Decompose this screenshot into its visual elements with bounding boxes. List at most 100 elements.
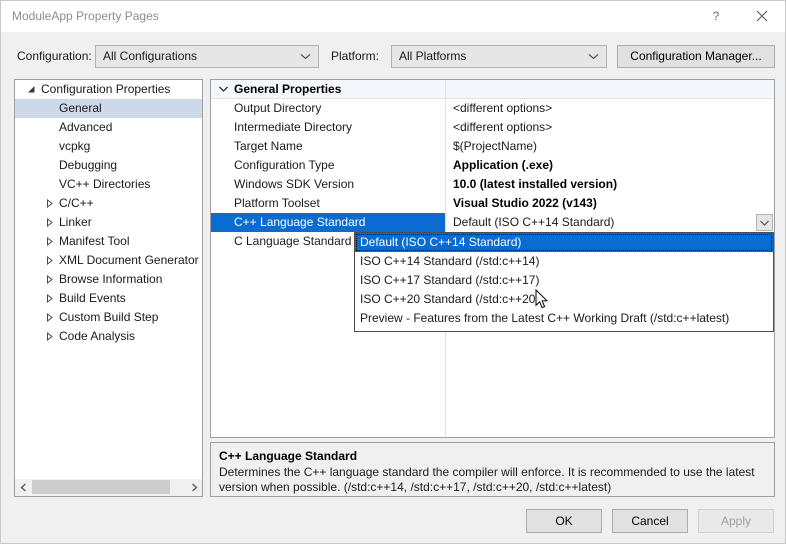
property-value[interactable]: $(ProjectName) xyxy=(445,137,774,156)
language-standard-dropdown-list[interactable]: Default (ISO C++14 Standard) ISO C++14 St… xyxy=(354,232,774,332)
sidebar-item-general[interactable]: General xyxy=(15,99,202,118)
sidebar-item-advanced[interactable]: Advanced xyxy=(15,118,202,137)
configuration-tree[interactable]: Configuration Properties General Advanced v… xyxy=(14,79,203,497)
tree-horizontal-scrollbar[interactable] xyxy=(14,479,203,497)
triangle-collapsed-icon xyxy=(41,194,57,213)
dropdown-option[interactable]: ISO C++20 Standard (/std:c++20) xyxy=(355,290,773,309)
dropdown-option[interactable]: ISO C++14 Standard (/std:c++14) xyxy=(355,252,773,271)
help-button[interactable]: ? xyxy=(693,1,738,31)
tree-no-expander xyxy=(41,118,57,137)
configuration-label: Configuration: xyxy=(17,49,92,63)
sidebar-item-label: Build Events xyxy=(59,291,126,305)
property-value[interactable]: Visual Studio 2022 (v143) xyxy=(445,194,774,213)
property-name: Output Directory xyxy=(234,101,322,115)
ok-button[interactable]: OK xyxy=(526,509,602,533)
triangle-collapsed-icon xyxy=(41,213,57,232)
sidebar-item-label: Manifest Tool xyxy=(59,234,130,248)
sidebar-item-label: Linker xyxy=(59,215,92,229)
property-value[interactable]: Application (.exe) xyxy=(445,156,774,175)
table-row[interactable]: Windows SDK Version 10.0 (latest installe… xyxy=(211,175,774,194)
title-bar: ModuleApp Property Pages ? xyxy=(1,1,785,32)
help-question-icon: ? xyxy=(712,9,719,23)
sidebar-item-c-c[interactable]: C/C++ xyxy=(15,194,202,213)
sidebar-item-xml-document-generator[interactable]: XML Document Generator xyxy=(15,251,202,270)
sidebar-item-label: Configuration Properties xyxy=(41,82,171,96)
sidebar-item-vcpkg[interactable]: vcpkg xyxy=(15,137,202,156)
sidebar-item-vc-directories[interactable]: VC++ Directories xyxy=(15,175,202,194)
close-button[interactable] xyxy=(739,1,784,31)
property-value[interactable]: <different options> xyxy=(445,118,774,137)
chevron-down-icon xyxy=(586,46,600,67)
sidebar-item-debugging[interactable]: Debugging xyxy=(15,156,202,175)
sidebar-item-label: XML Document Generator xyxy=(59,253,199,267)
platform-select[interactable]: All Platforms xyxy=(391,45,607,68)
triangle-collapsed-icon xyxy=(41,308,57,327)
tree-no-expander xyxy=(41,175,57,194)
property-name: Target Name xyxy=(234,139,303,153)
sidebar-item-build-events[interactable]: Build Events xyxy=(15,289,202,308)
sidebar-item-label: C/C++ xyxy=(59,196,94,210)
grid-category-header[interactable]: General Properties xyxy=(211,80,774,99)
property-name: Configuration Type xyxy=(234,158,335,172)
close-x-icon xyxy=(756,10,767,22)
property-name: C++ Language Standard xyxy=(211,213,445,232)
window-title: ModuleApp Property Pages xyxy=(12,9,159,23)
description-text: Determines the C++ language standard the… xyxy=(219,465,755,494)
triangle-collapsed-icon xyxy=(41,270,57,289)
sidebar-item-label: vcpkg xyxy=(59,139,91,153)
sidebar-item-label: Advanced xyxy=(59,120,113,134)
dropdown-option[interactable]: ISO C++17 Standard (/std:c++17) xyxy=(355,271,773,290)
dropdown-option[interactable]: Default (ISO C++14 Standard) xyxy=(355,233,773,252)
table-row[interactable]: Target Name $(ProjectName) xyxy=(211,137,774,156)
description-title: C++ Language Standard xyxy=(219,449,358,463)
sidebar-item-browse-information[interactable]: Browse Information xyxy=(15,270,202,289)
tree-no-expander xyxy=(41,137,57,156)
sidebar-item-label: Custom Build Step xyxy=(59,310,159,324)
triangle-expanded-icon xyxy=(23,80,39,99)
table-row[interactable]: Intermediate Directory <different options… xyxy=(211,118,774,137)
description-panel: C++ Language Standard Determines the C++… xyxy=(210,442,775,497)
property-value[interactable]: <different options> xyxy=(445,99,774,118)
property-value[interactable]: Default (ISO C++14 Standard) xyxy=(445,213,774,232)
sidebar-item-custom-build-step[interactable]: Custom Build Step xyxy=(15,308,202,327)
chevron-down-icon xyxy=(298,46,312,67)
property-name: Windows SDK Version xyxy=(234,177,355,191)
configuration-manager-button[interactable]: Configuration Manager... xyxy=(617,45,775,68)
sidebar-item-label: Debugging xyxy=(59,158,118,172)
triangle-collapsed-icon xyxy=(41,327,57,346)
configuration-value: All Configurations xyxy=(103,49,198,63)
sidebar-item-manifest-tool[interactable]: Manifest Tool xyxy=(15,232,202,251)
sidebar-item-code-analysis[interactable]: Code Analysis xyxy=(15,327,202,346)
configuration-select[interactable]: All Configurations xyxy=(95,45,319,68)
dropdown-option[interactable]: Preview - Features from the Latest C++ W… xyxy=(355,309,773,328)
property-value[interactable]: 10.0 (latest installed version) xyxy=(445,175,774,194)
apply-button: Apply xyxy=(698,509,774,533)
triangle-collapsed-icon xyxy=(41,232,57,251)
property-pages-dialog: ModuleApp Property Pages ? Configuration… xyxy=(0,0,786,544)
svg-text:?: ? xyxy=(712,9,719,23)
table-row[interactable]: Platform Toolset Visual Studio 2022 (v143… xyxy=(211,194,774,213)
triangle-collapsed-icon xyxy=(41,289,57,308)
triangle-collapsed-icon xyxy=(41,251,57,270)
table-row[interactable]: Output Directory <different options> xyxy=(211,99,774,118)
sidebar-item-linker[interactable]: Linker xyxy=(15,213,202,232)
cancel-button[interactable]: Cancel xyxy=(612,509,688,533)
chevron-down-icon xyxy=(760,220,769,226)
scrollbar-thumb[interactable] xyxy=(32,480,170,494)
sidebar-item-label: Browse Information xyxy=(59,272,163,286)
value-dropdown-button[interactable] xyxy=(756,214,773,231)
sidebar-item-label: General xyxy=(59,101,102,115)
chevron-right-icon[interactable] xyxy=(186,479,202,495)
sidebar-item-label: Code Analysis xyxy=(59,329,136,343)
chevron-left-icon[interactable] xyxy=(15,479,31,495)
tree-no-expander xyxy=(41,156,57,175)
table-row[interactable]: Configuration Type Application (.exe) xyxy=(211,156,774,175)
table-row[interactable]: C++ Language Standard Default (ISO C++14 … xyxy=(211,213,774,232)
property-name: Intermediate Directory xyxy=(234,120,353,134)
chevron-down-icon[interactable] xyxy=(216,80,230,98)
sidebar-item-label: VC++ Directories xyxy=(59,177,151,191)
platform-value: All Platforms xyxy=(399,49,467,63)
grid-category-label: General Properties xyxy=(234,82,342,96)
property-name: Platform Toolset xyxy=(234,196,320,210)
sidebar-item-configuration-properties[interactable]: Configuration Properties xyxy=(15,80,202,99)
